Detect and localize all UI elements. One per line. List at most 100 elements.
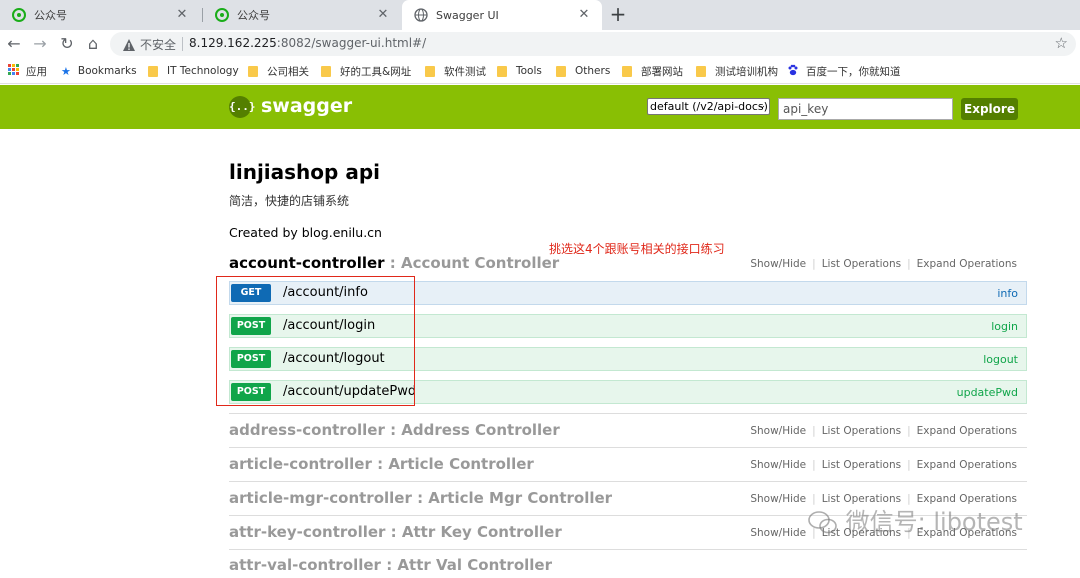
- close-icon[interactable]: ✕: [375, 7, 391, 22]
- warning-icon[interactable]: [122, 37, 136, 51]
- bookmark-item[interactable]: 软件测试: [425, 63, 486, 79]
- tab-title: 公众号: [237, 9, 270, 22]
- list-operations-link[interactable]: List Operations: [822, 459, 901, 471]
- controller-section: attr-val-controller : Attr Val Controlle…: [229, 556, 1027, 578]
- bookmark-item[interactable]: 测试培训机构: [696, 63, 778, 79]
- browser-tab-bar: 公众号 ✕ 公众号 ✕ Swagger UI ✕ +: [0, 0, 1080, 30]
- operation-summary[interactable]: updatePwd: [957, 386, 1018, 399]
- controller-desc: : Address Controller: [384, 421, 560, 439]
- baidu-paw-icon: [787, 64, 799, 79]
- controller-desc: : Article Mgr Controller: [411, 489, 613, 507]
- bookmark-item[interactable]: Tools: [497, 63, 542, 79]
- close-icon[interactable]: ✕: [576, 7, 592, 22]
- show-hide-link[interactable]: Show/Hide: [750, 527, 806, 539]
- controller-path: address-controller: [229, 421, 385, 439]
- controller-desc: : Account Controller: [384, 254, 560, 272]
- star-icon: ★: [61, 64, 71, 78]
- controller-actions: Show/Hide | List Operations | Expand Operati…: [750, 459, 1017, 471]
- controller-heading[interactable]: article-controller : Article Controller: [229, 455, 534, 473]
- watermark-text: 微信号: libotest: [845, 508, 1023, 536]
- controller-heading[interactable]: article-mgr-controller : Article Mgr Con…: [229, 489, 612, 507]
- folder-icon: [321, 65, 331, 77]
- divider: [229, 447, 1027, 448]
- controller-path: attr-key-controller: [229, 523, 386, 541]
- new-tab-icon[interactable]: +: [608, 3, 628, 25]
- address-bar: ← → ↻ ⌂ 不安全 8.129.162.225:8082/swagger-u…: [0, 30, 1080, 58]
- controller-actions: Show/Hide | List Operations | Expand Operati…: [750, 258, 1017, 270]
- controller-section: article-controller : Article Controller …: [229, 455, 1027, 482]
- highlight-box: [216, 276, 415, 406]
- operation-summary[interactable]: logout: [983, 353, 1018, 366]
- controller-heading[interactable]: account-controller : Account Controller: [229, 254, 559, 272]
- show-hide-link[interactable]: Show/Hide: [750, 425, 806, 437]
- apps-grid-icon: [8, 64, 19, 78]
- close-icon[interactable]: ✕: [174, 7, 190, 22]
- bookmark-item[interactable]: 部署网站: [622, 63, 683, 79]
- swagger-header: {..} swagger default (/v2/api-docs) ⌄ ap…: [0, 85, 1080, 129]
- folder-icon: [148, 65, 158, 77]
- spec-select-value: default (/v2/api-docs): [650, 100, 768, 113]
- controller-heading[interactable]: attr-key-controller : Attr Key Controlle…: [229, 523, 562, 541]
- folder-icon: [622, 65, 632, 77]
- url-omnibox[interactable]: 不安全 8.129.162.225:8082/swagger-ui.html#/…: [110, 32, 1076, 56]
- forward-arrow-icon[interactable]: →: [30, 34, 50, 54]
- tab-title: 公众号: [34, 9, 67, 22]
- url-text[interactable]: 8.129.162.225:8082/swagger-ui.html#/: [189, 36, 426, 50]
- list-operations-link[interactable]: List Operations: [822, 258, 901, 270]
- insecure-label: 不安全: [140, 38, 177, 52]
- folder-icon: [696, 65, 706, 77]
- bookmark-label: 测试培训机构: [715, 65, 778, 78]
- bookmark-item[interactable]: 公司相关: [248, 63, 309, 79]
- bookmark-item[interactable]: 应用: [8, 63, 47, 79]
- expand-operations-link[interactable]: Expand Operations: [917, 459, 1017, 471]
- expand-operations-link[interactable]: Expand Operations: [917, 425, 1017, 437]
- list-operations-link[interactable]: List Operations: [822, 425, 901, 437]
- swagger-brand[interactable]: swagger: [261, 95, 352, 117]
- divider: [229, 481, 1027, 482]
- bookmarks-bar: 应用 ★ Bookmarks IT Technology 公司相关 好的工具&网…: [0, 58, 1080, 84]
- show-hide-link[interactable]: Show/Hide: [750, 258, 806, 270]
- browser-tab[interactable]: 公众号 ✕: [203, 0, 401, 30]
- controller-actions: Show/Hide | List Operations | Expand Operati…: [750, 425, 1017, 437]
- home-icon[interactable]: ⌂: [83, 34, 103, 54]
- controller-section: address-controller : Address Controller …: [229, 413, 1027, 448]
- controller-heading[interactable]: attr-val-controller : Attr Val Controlle…: [229, 556, 552, 574]
- bookmark-label: 公司相关: [267, 65, 309, 78]
- browser-tab-active[interactable]: Swagger UI ✕: [402, 0, 602, 30]
- bookmark-item[interactable]: 百度一下，你就知道: [787, 63, 901, 79]
- reload-icon[interactable]: ↻: [57, 34, 77, 54]
- wechat-watermark: 微信号: libotest: [808, 502, 1023, 537]
- back-arrow-icon[interactable]: ←: [4, 34, 24, 54]
- bookmark-item[interactable]: Others: [556, 63, 610, 79]
- bookmark-star-icon[interactable]: ☆: [1055, 34, 1068, 52]
- operation-summary[interactable]: info: [997, 287, 1018, 300]
- controller-desc: : Article Controller: [371, 455, 534, 473]
- divider: [229, 413, 1027, 414]
- browser-tab[interactable]: 公众号 ✕: [0, 0, 200, 30]
- bookmark-label: Others: [575, 65, 611, 77]
- bookmark-label: 软件测试: [444, 65, 486, 78]
- folder-icon: [497, 65, 507, 77]
- bookmark-item[interactable]: 好的工具&网址: [321, 63, 411, 79]
- operation-summary[interactable]: login: [991, 320, 1018, 333]
- controller-path: article-controller: [229, 455, 372, 473]
- bookmark-item[interactable]: ★ Bookmarks: [61, 63, 137, 79]
- explore-button[interactable]: Explore: [961, 98, 1018, 120]
- api-created-by: Created by blog.enilu.cn: [229, 225, 382, 240]
- expand-operations-link[interactable]: Expand Operations: [917, 258, 1017, 270]
- spec-select[interactable]: default (/v2/api-docs) ⌄: [647, 98, 770, 115]
- bookmark-label: 部署网站: [641, 65, 683, 78]
- show-hide-link[interactable]: Show/Hide: [750, 493, 806, 505]
- folder-icon: [556, 65, 566, 77]
- controller-desc: : Attr Val Controller: [380, 556, 552, 574]
- divider: [229, 549, 1027, 550]
- chevron-down-icon: ⌄: [758, 101, 766, 111]
- controller-heading[interactable]: address-controller : Address Controller: [229, 421, 560, 439]
- tab-title: Swagger UI: [436, 8, 499, 22]
- swagger-logo-icon[interactable]: {..}: [229, 96, 256, 118]
- folder-icon: [425, 65, 435, 77]
- bookmark-item[interactable]: IT Technology: [148, 63, 239, 79]
- api-key-input[interactable]: api_key: [778, 98, 953, 120]
- bookmark-label: IT Technology: [167, 65, 239, 77]
- show-hide-link[interactable]: Show/Hide: [750, 459, 806, 471]
